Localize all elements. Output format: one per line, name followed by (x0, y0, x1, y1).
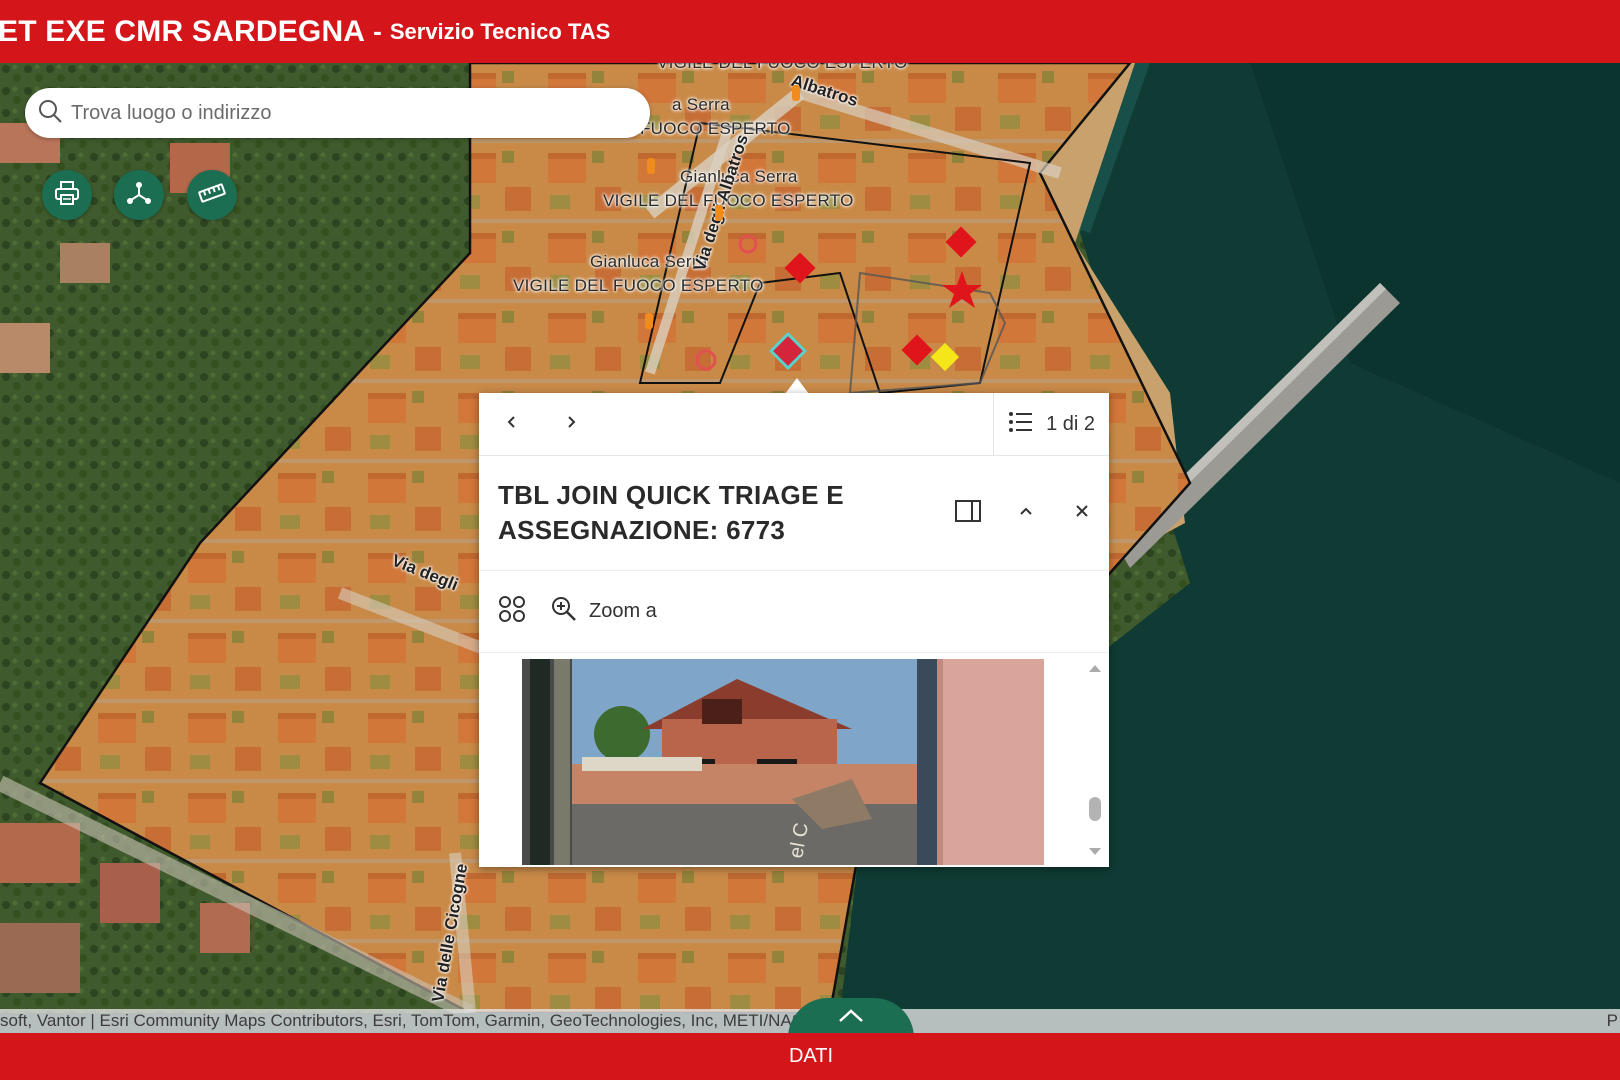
search-input[interactable] (71, 101, 631, 125)
popup-pointer (785, 378, 809, 394)
zoom-to-button[interactable]: Zoom a (551, 596, 657, 628)
actions-menu-button[interactable] (495, 595, 529, 629)
feature-list-button[interactable]: 1 di 2 (993, 393, 1109, 456)
share-icon (125, 179, 153, 212)
map-label: FUOCO ESPERTO (640, 119, 791, 138)
dock-side-icon (955, 499, 981, 527)
scroll-up-arrow[interactable] (1089, 665, 1101, 672)
popup-scrollbar[interactable] (1083, 653, 1109, 865)
dock-button[interactable] (949, 494, 987, 532)
damage-photo[interactable]: el C (522, 659, 1044, 865)
previous-feature-button[interactable] (489, 401, 535, 447)
search-icon (37, 98, 63, 129)
zoom-to-label: Zoom a (589, 600, 657, 622)
expand-data-panel-button[interactable] (788, 998, 914, 1038)
map-label: VIGILE DEL FUOCO ESPERTO (657, 63, 908, 73)
popup-content[interactable]: el C (479, 653, 1109, 865)
scroll-down-arrow[interactable] (1089, 848, 1101, 855)
map-label: Gianluca Serra (590, 252, 708, 271)
share-button[interactable] (114, 170, 164, 220)
chevron-up-icon (837, 1006, 865, 1029)
popup-actions: Zoom a (479, 571, 1109, 653)
next-feature-button[interactable] (548, 401, 594, 447)
chevron-up-icon (1018, 503, 1034, 524)
app-subtitle: Servizio Tecnico TAS (389, 18, 611, 44)
ruler-icon (197, 178, 227, 213)
chevron-right-icon (563, 414, 579, 435)
title-separator: - (373, 16, 382, 46)
collapse-button[interactable] (1007, 494, 1045, 532)
feature-popup: 1 di 2 TBL JOIN QUICK TRIAGE E ASSEGNAZI… (479, 393, 1109, 867)
attribution-powered[interactable]: P (1607, 1011, 1618, 1031)
search-box[interactable] (25, 88, 650, 138)
scroll-thumb[interactable] (1089, 797, 1101, 821)
popup-header: TBL JOIN QUICK TRIAGE E ASSEGNAZIONE: 67… (479, 456, 1109, 571)
data-panel-label: DATI (788, 1045, 834, 1067)
map-label: VIGILE DEL FUOCO ESPERTO (513, 276, 764, 295)
chevron-left-icon (504, 414, 520, 435)
data-panel-bar[interactable]: DATI (0, 1033, 1620, 1080)
popup-title: TBL JOIN QUICK TRIAGE E ASSEGNAZIONE: 67… (498, 480, 844, 545)
close-button[interactable] (1063, 494, 1101, 532)
feature-pager: 1 di 2 (1046, 413, 1095, 435)
close-icon (1074, 503, 1090, 524)
zoom-in-icon (551, 596, 589, 628)
attribution-text: soft, Vantor | Esri Community Maps Contr… (0, 1011, 873, 1030)
popup-navigation: 1 di 2 (479, 393, 1109, 456)
print-button[interactable] (42, 170, 92, 220)
list-icon (1008, 409, 1046, 441)
app-header: ET EXE CMR SARDEGNA - Servizio Tecnico T… (0, 0, 1620, 63)
grid-icon (498, 595, 526, 628)
map-label: a Serra (672, 95, 730, 114)
print-icon (53, 179, 81, 212)
measure-button[interactable] (187, 170, 237, 220)
app-title: ET EXE CMR SARDEGNA (0, 14, 366, 48)
